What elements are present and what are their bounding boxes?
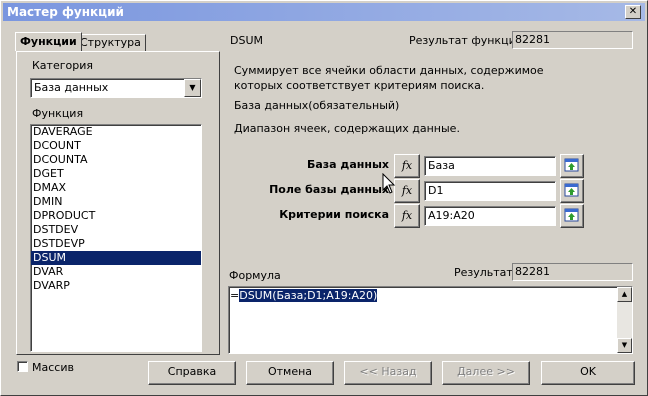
- formula-label: Формула: [229, 269, 281, 282]
- fx-icon: fx: [401, 184, 413, 197]
- shrink-icon: [564, 208, 579, 222]
- chevron-down-icon[interactable]: ▼: [184, 79, 201, 97]
- array-label: Массив: [32, 361, 74, 374]
- shrink-button-criteria[interactable]: [560, 204, 584, 228]
- function-list-item[interactable]: DSTDEV: [31, 223, 201, 237]
- close-button[interactable]: ✕: [625, 5, 641, 19]
- shrink-button-database[interactable]: [560, 154, 584, 178]
- function-list[interactable]: DAVERAGE DCOUNT DCOUNTA DGET DMAX DMIN DPRODUC…: [30, 124, 202, 352]
- result-box: 82281: [512, 263, 633, 281]
- argument-title: База данных(обязательный): [234, 99, 400, 112]
- cancel-button[interactable]: Отмена: [246, 361, 334, 385]
- formula-prefix: =: [230, 289, 240, 302]
- function-result-value: 82281: [515, 33, 550, 46]
- arg-field-criteria[interactable]: A19:A20: [424, 206, 556, 226]
- function-list-item[interactable]: DAVERAGE: [31, 125, 201, 139]
- function-wizard-dialog: Мастер функций ✕ Функции Структура Катег…: [0, 0, 648, 396]
- help-button[interactable]: Справка: [148, 361, 236, 385]
- function-list-item[interactable]: DCOUNTA: [31, 153, 201, 167]
- function-list-item[interactable]: DGET: [31, 167, 201, 181]
- function-list-item[interactable]: DSTDEVP: [31, 237, 201, 251]
- scroll-up-icon[interactable]: ▲: [617, 287, 632, 302]
- arg-label-field: Поле базы данных: [269, 183, 389, 196]
- back-button[interactable]: << Назад: [344, 361, 432, 385]
- ok-button[interactable]: OK: [541, 361, 635, 385]
- function-description: Суммирует все ячейки области данных, сод…: [234, 64, 544, 92]
- mouse-cursor-icon: [382, 173, 396, 194]
- function-list-item[interactable]: DPRODUCT: [31, 209, 201, 223]
- arg-field-database[interactable]: База: [424, 156, 556, 176]
- shrink-icon: [564, 183, 579, 197]
- fx-icon: fx: [401, 209, 413, 222]
- arg-label-database: База данных: [306, 158, 389, 171]
- title-bar[interactable]: Мастер функций ✕: [3, 3, 645, 21]
- function-list-item[interactable]: DSUM: [31, 251, 201, 265]
- function-list-item[interactable]: DMAX: [31, 181, 201, 195]
- function-result-box: 82281: [512, 31, 633, 49]
- arg-value-database: База: [428, 159, 455, 172]
- argument-description: Диапазон ячеек, содержащих данные.: [234, 122, 460, 135]
- checkbox-box: [17, 361, 28, 372]
- next-button[interactable]: Далее >>: [442, 361, 530, 385]
- category-value: База данных: [34, 81, 109, 94]
- arg-value-criteria: A19:A20: [428, 209, 475, 222]
- tab-structure[interactable]: Структура: [75, 34, 146, 51]
- function-list-item[interactable]: DVAR: [31, 265, 201, 279]
- fx-button-database[interactable]: fx: [394, 154, 420, 178]
- window-title: Мастер функций: [7, 5, 124, 19]
- array-checkbox[interactable]: [17, 361, 28, 372]
- function-name: DSUM: [230, 34, 263, 47]
- fx-button-criteria[interactable]: fx: [394, 204, 420, 228]
- shrink-button-field[interactable]: [560, 179, 584, 203]
- arg-label-criteria: Критерии поиска: [279, 208, 389, 221]
- result-label: Результат: [454, 266, 513, 279]
- formula-selection: DSUM(База;D1;A19:A20): [239, 289, 378, 302]
- formula-text: =DSUM(База;D1;A19:A20): [230, 289, 378, 302]
- arg-value-field: D1: [428, 184, 444, 197]
- fx-icon: fx: [401, 159, 413, 172]
- arg-field-field[interactable]: D1: [424, 181, 556, 201]
- function-list-item[interactable]: DMIN: [31, 195, 201, 209]
- result-value: 82281: [515, 265, 550, 278]
- tab-functions[interactable]: Функции: [15, 32, 82, 51]
- function-label: Функция: [32, 107, 84, 120]
- category-label: Категория: [32, 59, 93, 72]
- function-result-label: Результат функции: [409, 34, 523, 47]
- category-select[interactable]: База данных ▼: [30, 78, 202, 98]
- formula-scrollbar[interactable]: ▲ ▼: [617, 287, 632, 353]
- formula-editor[interactable]: =DSUM(База;D1;A19:A20) ▲ ▼: [228, 286, 633, 354]
- function-list-item[interactable]: DCOUNT: [31, 139, 201, 153]
- fx-button-field[interactable]: fx: [394, 179, 420, 203]
- scroll-down-icon[interactable]: ▼: [617, 338, 632, 353]
- function-list-item[interactable]: DVARP: [31, 279, 201, 293]
- shrink-icon: [564, 158, 579, 172]
